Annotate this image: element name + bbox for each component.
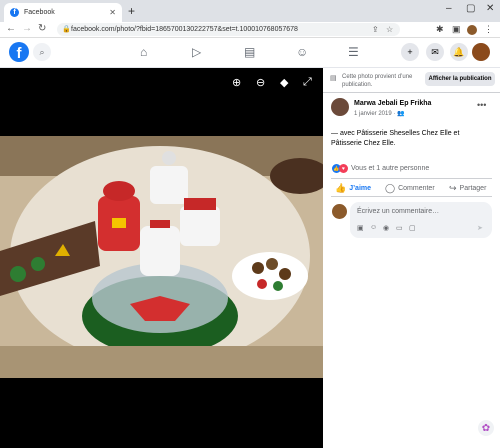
sidebar-icon[interactable]: ▣ xyxy=(452,24,461,35)
camera-icon[interactable]: ◉ xyxy=(383,224,389,232)
divider xyxy=(331,178,492,179)
tab-title: Facebook xyxy=(24,9,55,16)
comment-button[interactable]: ◯ Commenter xyxy=(385,183,435,194)
like-button[interactable]: 👍 J’aime xyxy=(335,183,371,194)
window-close-icon[interactable]: ✕ xyxy=(486,3,494,14)
comment-icon: ◯ xyxy=(385,183,396,193)
extensions-icon[interactable]: ✱ xyxy=(436,24,444,35)
zoom-out-icon[interactable]: ⊖ xyxy=(256,76,265,89)
url-text: facebook.com/photo/?fbid=186570013022275… xyxy=(71,26,298,33)
post-caption: — avec Pâtisserie Sheselles Chez Elle et… xyxy=(331,130,460,147)
share-label: Partager xyxy=(459,185,487,192)
groups-icon[interactable]: ☺ xyxy=(296,45,308,59)
post-details-panel: ▤ Cette photo provient d’une publication… xyxy=(323,68,500,448)
thumbs-up-icon: 👍 xyxy=(335,183,347,193)
home-icon[interactable]: ⌂ xyxy=(140,45,147,59)
forward-icon[interactable]: → xyxy=(22,23,32,34)
comment-placeholder: Écrivez un commentaire… xyxy=(357,208,440,215)
share-button[interactable]: ↪ Partager xyxy=(449,183,486,194)
notice-text: Cette photo provient d’une publication. xyxy=(342,74,413,88)
new-tab-button[interactable]: + xyxy=(128,4,135,18)
emoji-icon[interactable]: ☺ xyxy=(370,224,377,231)
facebook-logo-icon[interactable]: f xyxy=(9,42,29,62)
lock-icon: 🔒 xyxy=(62,26,71,33)
menu-icon[interactable]: ☰ xyxy=(348,45,359,59)
divider xyxy=(331,196,492,197)
facebook-favicon-icon: f xyxy=(10,8,19,17)
facebook-header: f ⌕ ⌂ ▷ ▤ ☺ ☰ + ✉ 🔔 xyxy=(0,38,500,68)
reload-icon[interactable]: ↻ xyxy=(38,23,46,34)
create-plus-icon[interactable]: + xyxy=(401,43,419,61)
maximize-icon[interactable]: ▢ xyxy=(466,3,475,14)
browser-profile-avatar[interactable] xyxy=(467,25,477,35)
menu-dots-icon[interactable]: ⋮ xyxy=(484,24,493,35)
url-field[interactable]: 🔒 facebook.com/photo/?fbid=1865700130222… xyxy=(57,23,400,36)
send-icon[interactable]: ➤ xyxy=(477,224,483,232)
christmas-cake-photo xyxy=(0,136,323,378)
share-arrow-icon: ↪ xyxy=(449,183,457,193)
marketplace-icon[interactable]: ▤ xyxy=(244,45,255,59)
back-icon[interactable]: ← xyxy=(6,23,16,34)
love-reaction-icon: ♥ xyxy=(339,164,348,173)
zoom-in-icon[interactable]: ⊕ xyxy=(232,76,241,89)
friends-audience-icon: 👥 xyxy=(397,111,405,117)
show-post-button[interactable]: Afficher la publication xyxy=(425,72,495,86)
notifications-icon[interactable]: 🔔 xyxy=(450,43,468,61)
more-options-icon[interactable]: ••• xyxy=(477,100,486,110)
post-date[interactable]: 1 janvier 2019 · 👥 xyxy=(354,110,405,117)
reactions-summary[interactable]: 👍 ♥ Vous et 1 autre personne xyxy=(332,164,429,173)
search-icon[interactable]: ⌕ xyxy=(33,43,51,61)
account-avatar[interactable] xyxy=(472,43,490,61)
bookmark-star-icon[interactable]: ☆ xyxy=(386,23,393,36)
gif-icon[interactable]: ▭ xyxy=(396,224,403,232)
comment-label: Commenter xyxy=(398,185,435,192)
like-label: J’aime xyxy=(349,185,372,192)
divider xyxy=(323,92,500,93)
author-avatar[interactable] xyxy=(331,98,349,116)
avatar-sticker-icon[interactable]: ▣ xyxy=(357,224,364,232)
share-icon[interactable]: ⇪ xyxy=(372,23,379,36)
reactions-text: Vous et 1 autre personne xyxy=(351,165,430,172)
photo-viewer: ⊕ ⊖ ◆ ⤢ xyxy=(0,68,323,448)
chat-assistant-icon[interactable]: ✿ xyxy=(478,420,494,436)
info-post-icon: ▤ xyxy=(330,75,337,82)
watch-icon[interactable]: ▷ xyxy=(192,45,201,59)
browser-tab[interactable]: f Facebook ✕ xyxy=(4,3,122,22)
date-text: 1 janvier 2019 · xyxy=(354,111,398,117)
tag-icon[interactable]: ◆ xyxy=(280,76,288,89)
minimize-icon[interactable]: – xyxy=(446,3,452,14)
tab-close-icon[interactable]: ✕ xyxy=(109,8,116,17)
author-name[interactable]: Marwa Jebali Ep Frikha xyxy=(354,100,431,107)
commenter-avatar xyxy=(332,204,347,219)
address-bar-row: ← → ↻ 🔒 facebook.com/photo/?fbid=1865700… xyxy=(0,22,500,38)
browser-tab-strip: f Facebook ✕ + – ▢ ✕ xyxy=(0,0,500,22)
comment-input[interactable]: Écrivez un commentaire… ▣ ☺ ◉ ▭ ▢ ➤ xyxy=(350,202,492,238)
messenger-icon[interactable]: ✉ xyxy=(426,43,444,61)
photo-source-notice: ▤ Cette photo provient d’une publication… xyxy=(330,73,420,89)
fullscreen-icon[interactable]: ⤢ xyxy=(303,76,312,89)
sticker-icon[interactable]: ▢ xyxy=(409,224,416,232)
